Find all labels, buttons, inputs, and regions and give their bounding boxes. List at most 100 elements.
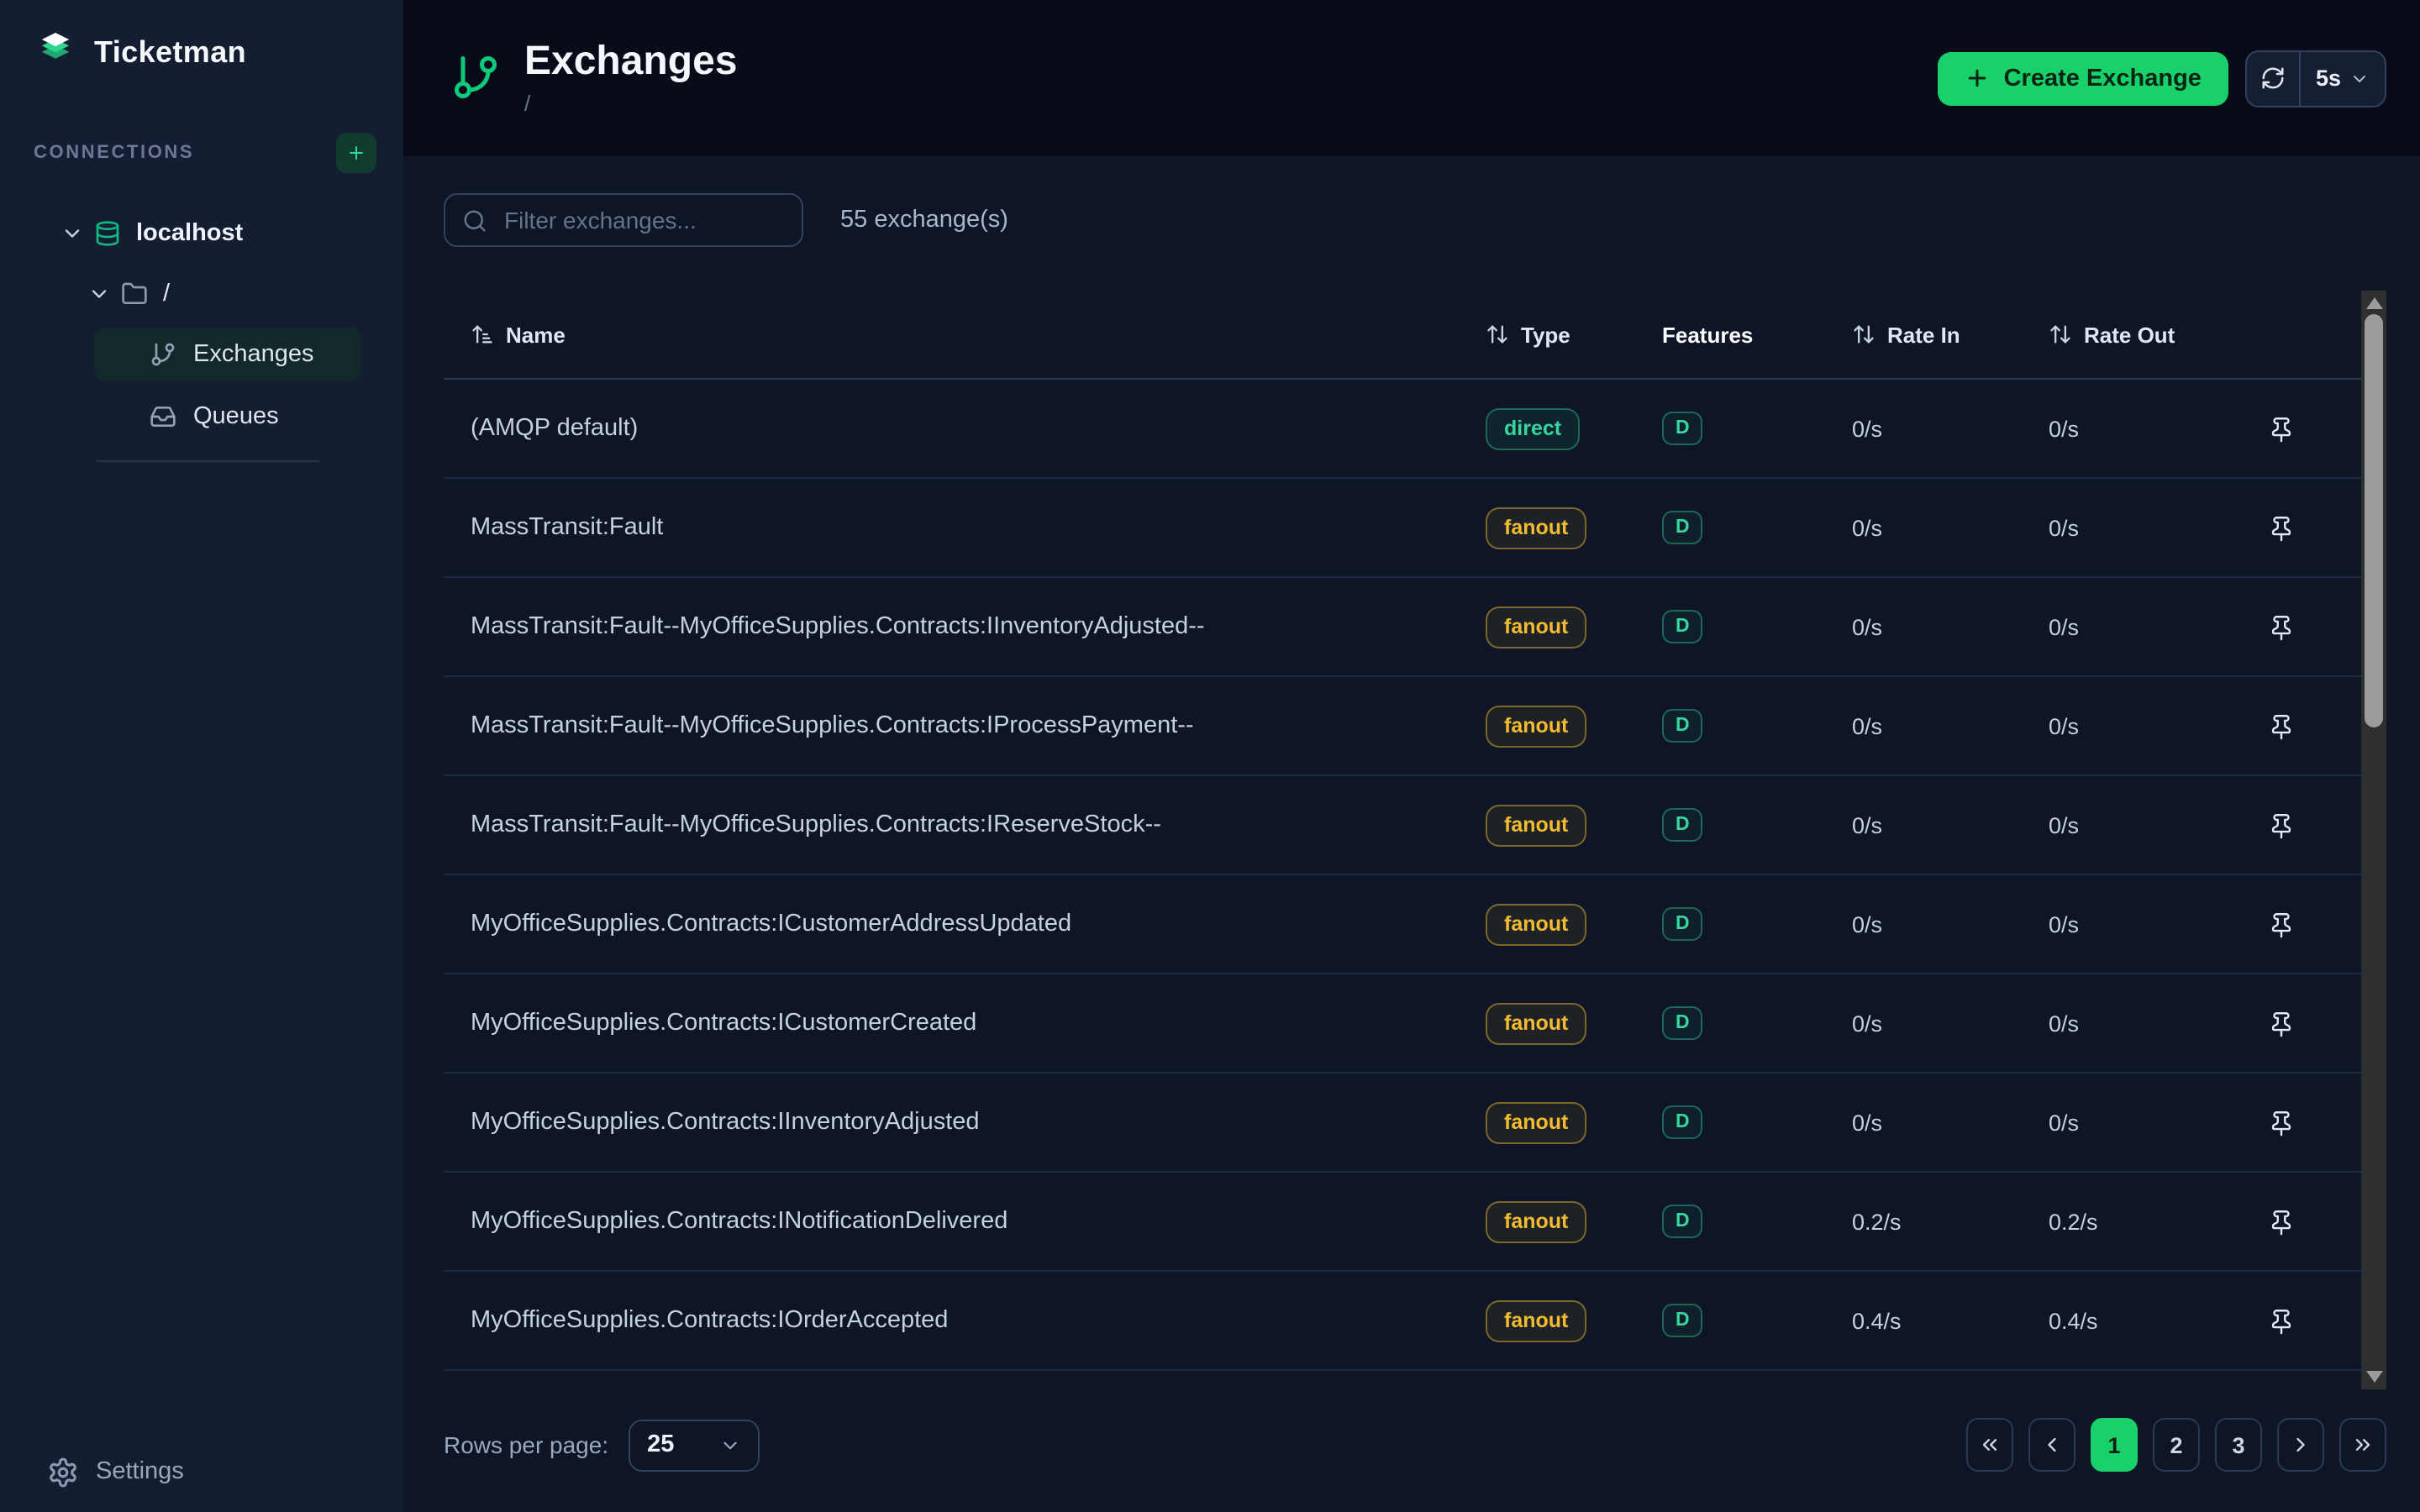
rate-in: 0/s xyxy=(1852,515,2049,540)
exchange-name: MyOfficeSupplies.Contracts:INotification… xyxy=(471,1208,1486,1235)
rate-out: 0/s xyxy=(2049,713,2250,738)
pin-icon[interactable] xyxy=(2267,1009,2296,1037)
pin-icon[interactable] xyxy=(2267,1306,2296,1335)
pin-icon[interactable] xyxy=(2267,414,2296,443)
create-exchange-button[interactable]: Create Exchange xyxy=(1939,51,2228,105)
pin-icon[interactable] xyxy=(2267,513,2296,542)
database-icon xyxy=(94,220,121,247)
sidebar-item-label: Exchanges xyxy=(193,341,314,368)
gear-icon xyxy=(47,1456,79,1488)
refresh-interval-select[interactable]: 5s xyxy=(2301,51,2385,105)
table-row[interactable]: (AMQP default) direct D 0/s 0/s xyxy=(444,380,2386,479)
page-button-2[interactable]: 2 xyxy=(2153,1418,2200,1472)
column-header-name[interactable]: Name xyxy=(471,322,1486,347)
sort-asc-icon xyxy=(471,323,494,346)
sidebar-item-exchanges[interactable]: Exchanges xyxy=(94,328,361,381)
chevron-down-icon xyxy=(2349,68,2370,88)
type-badge: fanout xyxy=(1486,1002,1586,1044)
rate-in: 0.4/s xyxy=(1852,1308,2049,1333)
table-row[interactable]: MassTransit:Fault--MyOfficeSupplies.Cont… xyxy=(444,677,2386,776)
table-row[interactable]: MassTransit:Fault--MyOfficeSupplies.Cont… xyxy=(444,578,2386,677)
chevrons-left-icon xyxy=(1978,1433,2002,1457)
feature-badge-durable: D xyxy=(1662,610,1703,643)
sidebar-item-queues[interactable]: Queues xyxy=(94,390,361,444)
feature-badge-durable: D xyxy=(1662,1304,1703,1337)
table-header-row: Name Type Features xyxy=(444,291,2386,380)
filter-input[interactable] xyxy=(501,205,785,235)
folder-icon xyxy=(121,281,148,307)
exchange-name: MyOfficeSupplies.Contracts:IOrderAccepte… xyxy=(471,1307,1486,1334)
scrollbar-up-arrow[interactable] xyxy=(2365,297,2382,309)
type-badge: direct xyxy=(1486,407,1580,449)
pagination: Rows per page: 25 123 xyxy=(444,1416,2386,1473)
connections-section-header: CONNECTIONS xyxy=(0,124,403,181)
pin-icon[interactable] xyxy=(2267,612,2296,641)
pin-icon[interactable] xyxy=(2267,910,2296,938)
sidebar-item-settings[interactable]: Settings xyxy=(0,1445,403,1499)
tree-node-vhost[interactable]: / xyxy=(0,265,403,323)
breadcrumb: / xyxy=(524,90,737,115)
page-button-3[interactable]: 3 xyxy=(2215,1418,2262,1472)
table-row[interactable]: MyOfficeSupplies.Contracts:ICustomerCrea… xyxy=(444,974,2386,1074)
connection-name: localhost xyxy=(136,220,243,247)
pin-icon[interactable] xyxy=(2267,711,2296,740)
rate-out: 0.2/s xyxy=(2049,1209,2250,1234)
rows-per-page-label: Rows per page: xyxy=(444,1431,608,1458)
refresh-button[interactable] xyxy=(2247,51,2299,105)
inbox-icon xyxy=(150,403,176,430)
column-header-features: Features xyxy=(1662,322,1852,347)
refresh-icon xyxy=(2260,66,2286,91)
tree-node-localhost[interactable]: localhost xyxy=(0,205,403,262)
feature-badge-durable: D xyxy=(1662,412,1703,445)
type-badge: fanout xyxy=(1486,804,1586,846)
feature-badge-durable: D xyxy=(1662,511,1703,544)
settings-label: Settings xyxy=(96,1458,184,1485)
feature-badge-durable: D xyxy=(1662,907,1703,941)
exchanges-page-icon xyxy=(450,53,501,103)
type-badge: fanout xyxy=(1486,606,1586,648)
table-row[interactable]: MyOfficeSupplies.Contracts:IInventoryAdj… xyxy=(444,1074,2386,1173)
page-button-1[interactable]: 1 xyxy=(2091,1418,2138,1472)
pin-icon[interactable] xyxy=(2267,1108,2296,1137)
exchange-name: MyOfficeSupplies.Contracts:IInventoryAdj… xyxy=(471,1109,1486,1136)
rows-per-page-select[interactable]: 25 xyxy=(629,1419,760,1471)
type-badge: fanout xyxy=(1486,1101,1586,1143)
rate-out: 0/s xyxy=(2049,1011,2250,1036)
add-connection-button[interactable] xyxy=(336,133,376,173)
table-scrollbar[interactable] xyxy=(2361,291,2386,1389)
page-header: Exchanges / Create Exchange xyxy=(403,0,2420,156)
rate-in: 0/s xyxy=(1852,1011,2049,1036)
table-row[interactable]: MassTransit:Fault fanout D 0/s 0/s xyxy=(444,479,2386,578)
table-row[interactable]: MyOfficeSupplies.Contracts:IOrderAccepte… xyxy=(444,1272,2386,1371)
table-row[interactable]: MassTransit:Fault--MyOfficeSupplies.Cont… xyxy=(444,776,2386,875)
type-badge: fanout xyxy=(1486,507,1586,549)
exchange-count: 55 exchange(s) xyxy=(840,207,1008,234)
column-header-rate-in[interactable]: Rate In xyxy=(1852,322,2049,347)
table-row[interactable]: MyOfficeSupplies.Contracts:ICustomerAddr… xyxy=(444,875,2386,974)
column-header-rate-out[interactable]: Rate Out xyxy=(2049,322,2250,347)
chevrons-right-icon xyxy=(2351,1433,2375,1457)
table-row[interactable]: MyOfficeSupplies.Contracts:INotification… xyxy=(444,1173,2386,1272)
scrollbar-thumb[interactable] xyxy=(2365,314,2383,727)
refresh-control: 5s xyxy=(2245,50,2386,107)
tree-divider xyxy=(96,460,319,462)
first-page-button[interactable] xyxy=(1966,1418,2013,1472)
sidebar: Ticketman CONNECTIONS localhost / xyxy=(0,0,403,1512)
pin-icon[interactable] xyxy=(2267,811,2296,839)
scrollbar-down-arrow[interactable] xyxy=(2365,1371,2382,1383)
page-title: Exchanges xyxy=(524,41,737,86)
prev-page-button[interactable] xyxy=(2028,1418,2075,1472)
type-badge: fanout xyxy=(1486,705,1586,747)
column-header-type[interactable]: Type xyxy=(1486,322,1662,347)
plus-icon xyxy=(1965,66,1991,91)
rate-out: 0/s xyxy=(2049,416,2250,441)
rate-out: 0/s xyxy=(2049,614,2250,639)
content-area: 55 exchange(s) Name Type xyxy=(403,156,2420,1512)
app-root: Ticketman CONNECTIONS localhost / xyxy=(0,0,2420,1512)
type-badge: fanout xyxy=(1486,903,1586,945)
pin-icon[interactable] xyxy=(2267,1207,2296,1236)
pager: 123 xyxy=(1966,1418,2386,1472)
next-page-button[interactable] xyxy=(2277,1418,2324,1472)
rate-out: 0/s xyxy=(2049,515,2250,540)
last-page-button[interactable] xyxy=(2339,1418,2386,1472)
